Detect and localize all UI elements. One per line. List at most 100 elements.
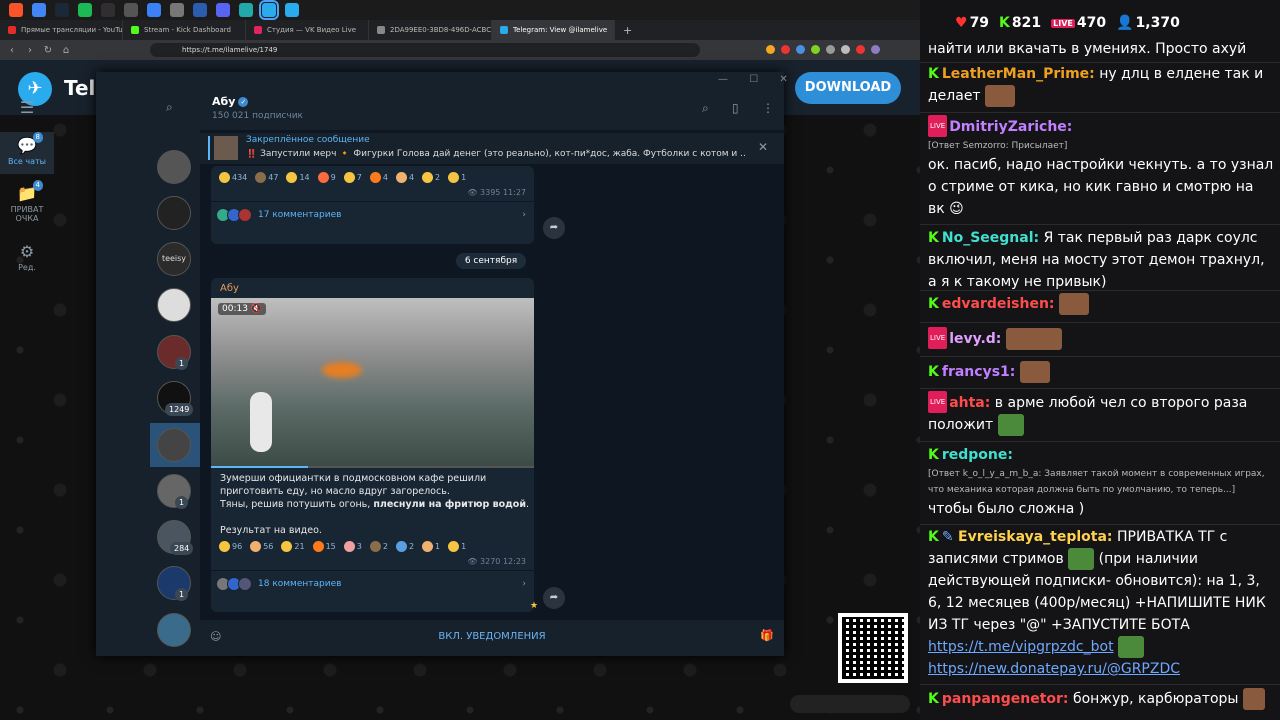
chat-avatar[interactable]: [157, 613, 191, 647]
chat-username[interactable]: No_Seegnal:: [942, 230, 1039, 246]
reaction-chip[interactable]: 96: [219, 541, 242, 552]
reload-icon[interactable]: ↻: [42, 45, 54, 56]
spotify-icon[interactable]: [78, 3, 92, 17]
folder-private[interactable]: 📁 4 ПРИВАТ ОЧКА: [0, 180, 54, 228]
reaction-emoji-icon: [286, 172, 298, 183]
comments-link[interactable]: 18 комментариев ›: [211, 570, 534, 597]
tab-label: Stream - Kick Dashboard: [144, 26, 231, 34]
browser-tab[interactable]: 2DA99EE0-3BD8-496D-ACBC-C463: [369, 20, 492, 40]
video-progress[interactable]: [211, 466, 534, 468]
reaction-emoji-icon: [395, 172, 407, 183]
more-vertical-icon[interactable]: ⋮: [762, 101, 774, 115]
browser-tab[interactable]: Прямые трансляции - YouTube Studio: [0, 20, 123, 40]
reaction-chip[interactable]: 2: [422, 172, 440, 183]
comments-link[interactable]: 17 комментариев ›: [211, 201, 534, 228]
extension-icon[interactable]: [781, 45, 790, 54]
reaction-chip[interactable]: 15: [312, 541, 336, 552]
sidebar-toggle-icon[interactable]: ▯: [732, 101, 739, 115]
comments-count: 18 комментариев: [258, 579, 342, 589]
obs-icon[interactable]: [101, 3, 115, 17]
chat-username[interactable]: levy.d:: [949, 331, 1001, 347]
extension-icon[interactable]: [811, 45, 820, 54]
download-button[interactable]: DOWNLOAD: [795, 72, 901, 104]
browser-tab-active[interactable]: Telegram: View @ilamelive: [492, 20, 615, 40]
new-tab-button[interactable]: +: [615, 20, 635, 40]
steam-icon[interactable]: [55, 3, 69, 17]
search-icon[interactable]: ⌕: [702, 101, 709, 116]
chat-username[interactable]: ahta:: [949, 395, 990, 411]
chat-avatar[interactable]: [157, 150, 191, 184]
reaction-count: 1: [461, 542, 467, 551]
profile-icon[interactable]: [871, 45, 880, 54]
chat-link[interactable]: https://new.donatepay.ru/@GRPZDC: [928, 661, 1180, 677]
chat-avatar[interactable]: [157, 288, 191, 322]
chat-username[interactable]: francys1:: [942, 364, 1016, 380]
chat-avatar[interactable]: teeisy: [157, 242, 191, 276]
reaction-chip[interactable]: 47: [255, 172, 278, 183]
extension-icon[interactable]: [856, 45, 865, 54]
reaction-chip[interactable]: 4: [369, 172, 388, 183]
share-button[interactable]: ➦: [543, 217, 565, 239]
reaction-chip[interactable]: 434: [219, 172, 247, 183]
telegram-taskbar-icon[interactable]: [285, 3, 299, 17]
chat-username[interactable]: edvardeishen:: [942, 296, 1055, 312]
chat-username[interactable]: LeatherMan_Prime:: [942, 66, 1095, 82]
extension-icon[interactable]: [826, 45, 835, 54]
reaction-chip[interactable]: 3: [343, 541, 362, 552]
back-arrow-icon[interactable]: ‹: [6, 45, 18, 56]
browser-tab[interactable]: Студия — VK Видео Live: [246, 20, 369, 40]
forward-arrow-icon[interactable]: ›: [24, 45, 36, 56]
folder-edit[interactable]: ⚙ Ред.: [0, 242, 54, 276]
reaction-chip[interactable]: 56: [250, 541, 273, 552]
home-icon[interactable]: ⌂: [60, 45, 72, 56]
reaction-chip[interactable]: 21: [281, 541, 305, 552]
chrome-icon[interactable]: [32, 3, 46, 17]
search-icon[interactable]: ⌕: [166, 100, 173, 115]
extension-icon[interactable]: [796, 45, 805, 54]
chat-avatar-active[interactable]: [157, 428, 191, 462]
enable-notifications-button[interactable]: ВКЛ. УВЕДОМЛЕНИЯ: [200, 631, 784, 642]
reaction-chip[interactable]: 1: [448, 172, 466, 183]
chat-reply-quote: [Ответ k_o_l_y_a_m_b_a: Заявляет такой м…: [928, 469, 1265, 495]
app-icon[interactable]: [239, 3, 253, 17]
reaction-chip[interactable]: 9: [317, 172, 336, 183]
mute-icon[interactable]: 🔇: [251, 304, 262, 314]
chat-username[interactable]: DmitriyZariche:: [949, 119, 1072, 135]
chat-link[interactable]: https://t.me/vipgrpzdc_bot: [928, 639, 1114, 655]
minimize-icon[interactable]: —: [718, 74, 728, 85]
post-author[interactable]: Абу: [220, 283, 239, 294]
unread-count: 1: [175, 357, 189, 370]
chat-username[interactable]: panpangenetor:: [942, 691, 1069, 707]
reaction-count: 1: [435, 542, 441, 551]
share-button[interactable]: ➦: [543, 587, 565, 609]
reaction-chip[interactable]: 1: [448, 541, 466, 552]
folder-all-chats[interactable]: 💬 8 Все чаты: [0, 132, 54, 174]
browser-tab[interactable]: Stream - Kick Dashboard: [123, 20, 246, 40]
app-icon[interactable]: [193, 3, 207, 17]
hamburger-menu-icon[interactable]: ☰: [0, 98, 54, 117]
close-icon[interactable]: ✕: [779, 74, 787, 85]
app-icon[interactable]: [124, 3, 138, 17]
address-bar[interactable]: https://t.me/ilamelive/1749: [150, 43, 700, 57]
chat-avatar[interactable]: [157, 196, 191, 230]
chat-username[interactable]: redpone:: [942, 447, 1013, 463]
extension-icon[interactable]: [766, 45, 775, 54]
app-icon[interactable]: [170, 3, 184, 17]
gift-icon[interactable]: 🎁: [760, 629, 774, 642]
reaction-chip[interactable]: 2: [395, 541, 414, 552]
channel-name[interactable]: Абу ✓: [212, 95, 249, 108]
brave-icon[interactable]: [9, 3, 23, 17]
close-icon[interactable]: ✕: [758, 140, 768, 154]
total-viewers: 1,370: [1135, 15, 1180, 31]
reaction-chip[interactable]: 7: [343, 172, 362, 183]
reaction-chip[interactable]: 2: [369, 541, 388, 552]
telegram-taskbar-icon[interactable]: [259, 0, 279, 20]
maximize-icon[interactable]: ☐: [749, 74, 758, 85]
extension-icon[interactable]: [841, 45, 850, 54]
app-icon[interactable]: [216, 3, 230, 17]
reaction-chip[interactable]: 4: [395, 172, 414, 183]
app-icon[interactable]: [147, 3, 161, 17]
chat-username[interactable]: Evreiskaya_teplota:: [958, 529, 1113, 545]
reaction-chip[interactable]: 1: [422, 541, 440, 552]
reaction-chip[interactable]: 14: [286, 172, 310, 183]
